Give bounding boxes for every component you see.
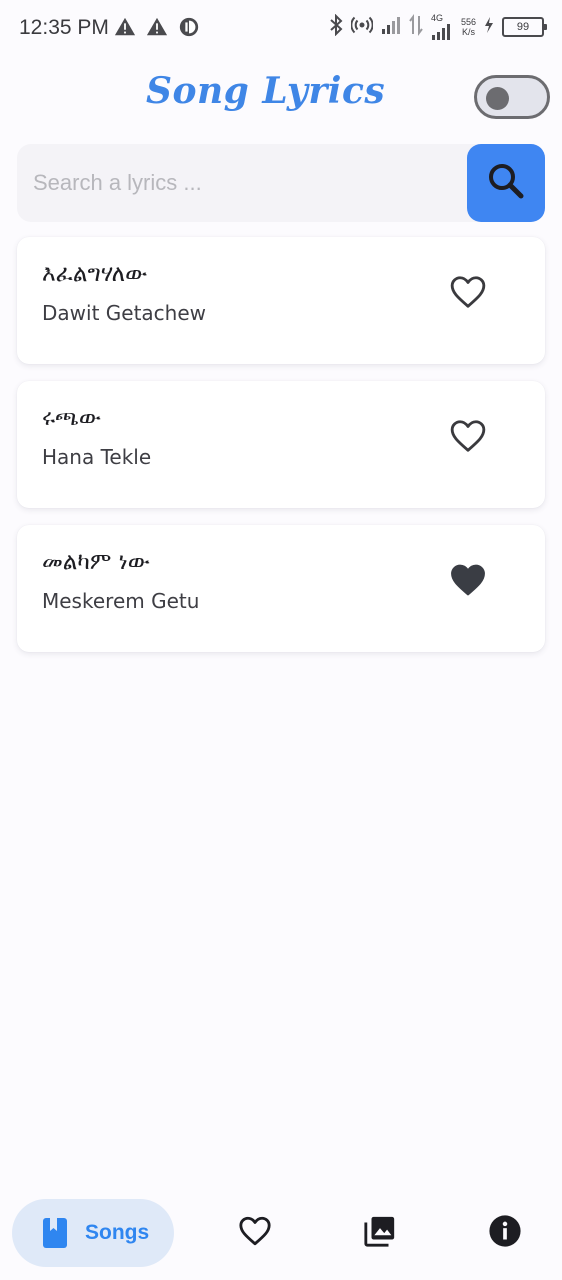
status-system-icons: 4G 556 K/s 99 <box>329 13 547 40</box>
nav-item-info[interactable] <box>487 1215 523 1251</box>
status-time: 12:35 PM <box>19 16 109 39</box>
song-title: እፈልግሃለው <box>42 261 148 287</box>
song-card[interactable]: መልካም ነው Meskerem Getu <box>17 525 545 652</box>
search-button[interactable] <box>467 144 545 222</box>
song-title: ሩጫው <box>42 405 101 431</box>
network-speed-value: 556 <box>460 17 476 27</box>
signal-4g-icon: 4G <box>430 13 453 40</box>
song-list: እፈልግሃለው Dawit Getachew ሩጫው Hana Tekle መል… <box>17 237 545 669</box>
hotspot-icon <box>350 14 374 40</box>
heart-outline-icon <box>449 274 487 314</box>
status-notification-icons <box>114 16 200 38</box>
favorite-button[interactable] <box>449 417 487 459</box>
info-icon <box>488 1214 522 1252</box>
charging-icon <box>484 16 494 38</box>
network-label: 4G <box>430 13 443 23</box>
song-card[interactable]: ሩጫው Hana Tekle <box>17 381 545 508</box>
battery-level: 99 <box>516 21 530 33</box>
favorite-button[interactable] <box>449 273 487 315</box>
heart-outline-icon <box>449 418 487 458</box>
nav-item-gallery[interactable] <box>362 1215 398 1251</box>
nav-songs-label: Songs <box>85 1221 150 1244</box>
bluetooth-icon <box>329 13 343 40</box>
search-icon <box>486 161 526 205</box>
song-artist: Meskerem Getu <box>42 589 200 613</box>
heart-filled-icon <box>449 562 487 602</box>
warning-icon <box>114 16 136 38</box>
nav-item-songs[interactable]: Songs <box>12 1199 174 1267</box>
book-icon <box>43 1218 67 1248</box>
battery-icon: 99 <box>502 17 547 37</box>
gallery-icon <box>363 1214 397 1252</box>
data-transfer-icon <box>409 14 423 40</box>
status-bar: 12:35 PM 4G 556 K/s 99 <box>0 0 562 56</box>
data-saver-icon <box>178 16 200 38</box>
signal-icon <box>381 15 401 39</box>
app-title: Song Lyrics <box>146 70 386 112</box>
song-title: መልካም ነው <box>42 549 150 575</box>
network-speed-unit: K/s <box>461 27 475 37</box>
song-card[interactable]: እፈልግሃለው Dawit Getachew <box>17 237 545 364</box>
nav-item-favorites[interactable] <box>237 1215 273 1251</box>
network-speed: 556 K/s <box>461 17 476 37</box>
song-artist: Dawit Getachew <box>42 301 207 325</box>
favorite-button[interactable] <box>449 561 487 603</box>
song-artist: Hana Tekle <box>42 445 152 469</box>
heart-icon <box>238 1215 272 1251</box>
search-bar <box>17 144 545 222</box>
bottom-nav: Songs <box>0 1190 562 1280</box>
search-input[interactable] <box>33 144 453 222</box>
toggle-knob <box>486 87 509 110</box>
warning-icon <box>146 16 168 38</box>
theme-toggle[interactable] <box>474 75 550 119</box>
